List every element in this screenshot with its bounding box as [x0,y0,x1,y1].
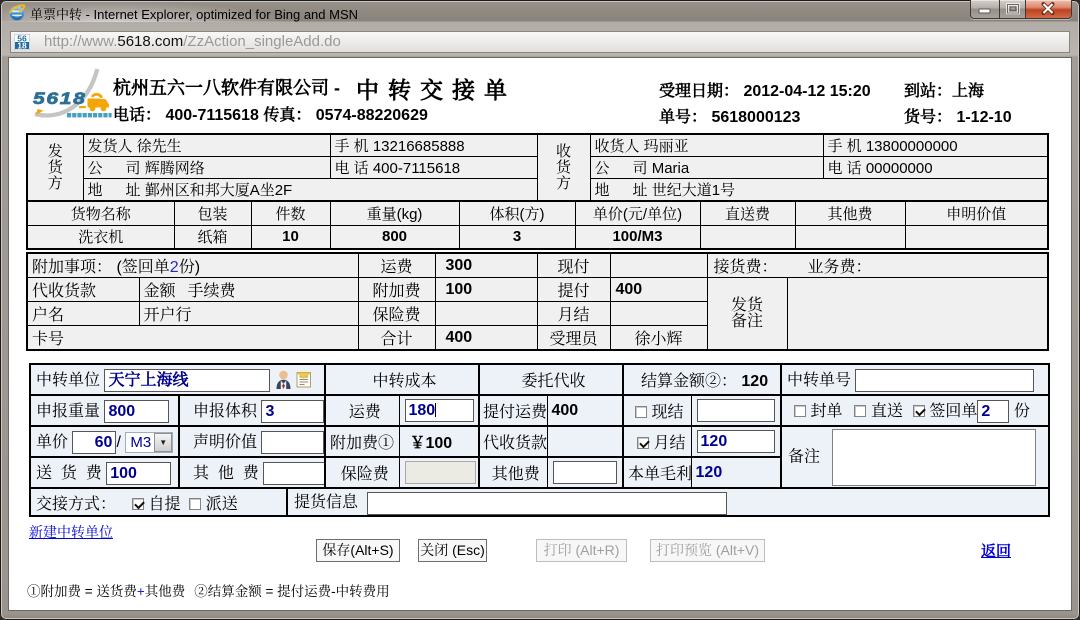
svg-text:5618: 5618 [33,90,85,109]
